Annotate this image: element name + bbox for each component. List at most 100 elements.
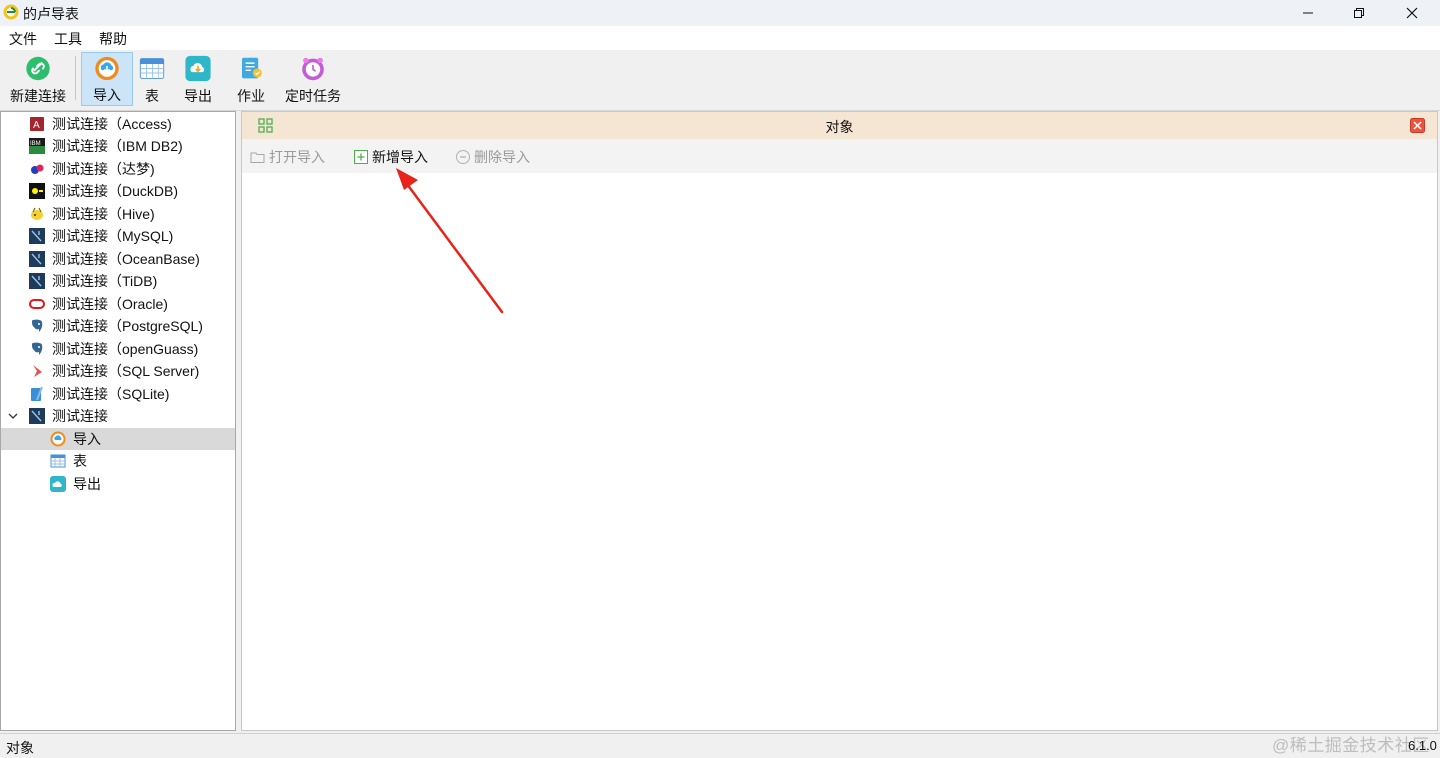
link-icon [26,56,50,81]
tree-item-label: 测试连接（openGuass) [52,341,199,357]
tree-item-dameng[interactable]: 测试连接（达梦) [1,158,235,180]
tree-item-label: 导入 [73,431,101,447]
open-import-label: 打开导入 [269,149,325,165]
export-icon [185,55,211,82]
schedule-label: 定时任务 [285,88,341,104]
tree-item-mysql[interactable]: 测试连接（MySQL) [1,225,235,247]
menu-file[interactable]: 文件 [9,29,37,49]
job-button[interactable]: 作业 [231,52,271,106]
dameng-icon [31,164,44,174]
svg-text:A: A [33,120,40,131]
tree-item-label: 测试连接（Hive) [52,206,155,222]
import-label: 导入 [93,87,121,103]
import-icon [95,56,119,81]
tree-item-label: 测试连接（Oracle) [52,296,168,312]
import-button[interactable]: 导入 [81,52,133,106]
tree-child-table[interactable]: 表 [1,450,235,472]
panel-header: 对象 [242,112,1437,139]
menu-tools[interactable]: 工具 [54,29,82,49]
hive-icon [31,207,43,220]
annotation-arrow [396,168,504,314]
window-title: 的卢导表 [23,6,79,22]
close-icon [1406,7,1418,19]
export-label: 导出 [184,88,212,104]
ibm-db2-icon: IBM [29,138,45,154]
close-panel-icon[interactable] [1410,118,1425,133]
tree-item-duckdb[interactable]: 测试连接（DuckDB) [1,180,235,202]
job-label: 作业 [237,88,265,104]
tree-item-sqlserver[interactable]: 测试连接（SQL Server) [1,360,235,382]
minimize-icon [1303,12,1313,14]
version-label: 6.1.0 [1408,738,1437,753]
duckdb-icon [29,183,45,199]
chevron-down-icon[interactable] [7,410,19,422]
tree-item-hive[interactable]: 测试连接（Hive) [1,203,235,225]
openguass-icon [32,342,43,355]
tree-item-label: 测试连接（OceanBase) [52,251,200,267]
tidb-icon [29,273,45,289]
postgresql-icon [32,319,43,332]
table-button[interactable]: 表 [134,52,170,106]
oceanbase-icon [29,251,45,267]
folder-open-icon [250,152,265,163]
tree-item-label: 测试连接（Access) [52,116,172,132]
table-icon [139,58,165,79]
tree-item-label: 测试连接（DuckDB) [52,183,179,199]
open-import-button[interactable]: 打开导入 [250,147,325,167]
tree-item-postgresql[interactable]: 测试连接（PostgreSQL) [1,315,235,337]
job-icon [242,57,262,79]
menu-bar: 文件 工具 帮助 [0,26,1440,50]
tree-item-label: 测试连接 [52,408,108,424]
tree-item-openguass[interactable]: 测试连接（openGuass) [1,338,235,360]
tree-item-label: 表 [73,453,87,469]
close-button[interactable] [1389,0,1435,26]
tree-item-sqlite[interactable]: 测试连接（SQLite) [1,383,235,405]
tree-child-export[interactable]: 导出 [1,473,235,495]
panel-title: 对象 [825,119,854,135]
schedule-icon [302,57,324,81]
tree-item-access[interactable]: A 测试连接（Access) [1,113,235,135]
tree-child-import[interactable]: 导入 [1,428,235,450]
sqlserver-icon [33,365,42,377]
toolbar-separator [75,56,76,100]
tree-item-label: 测试连接（MySQL) [52,228,174,244]
schedule-button[interactable]: 定时任务 [284,52,342,106]
tree-item-label: 测试连接（SQLite) [52,386,170,402]
status-text: 对象 [6,740,34,756]
app-logo-icon [3,4,19,20]
tree-item-label: 测试连接（IBM DB2) [52,138,183,154]
menu-help[interactable]: 帮助 [99,29,127,49]
minimize-button[interactable] [1285,0,1331,26]
tree-item-oracle[interactable]: 测试连接（Oracle) [1,293,235,315]
access-icon: A [30,117,44,131]
tree-item-tidb[interactable]: 测试连接（TiDB) [1,270,235,292]
svg-text:IBM: IBM [30,141,41,147]
tree-item-label: 测试连接（TiDB) [52,273,158,289]
tree-item-label: 测试连接（PostgreSQL) [52,318,203,334]
restore-icon [1354,8,1364,18]
mysql-icon [29,408,45,424]
oracle-icon [29,299,45,309]
new-connection-label: 新建连接 [10,88,66,104]
new-connection-button[interactable]: 新建连接 [6,52,70,106]
tree-item-ibm-db2[interactable]: IBM 测试连接（IBM DB2) [1,135,235,157]
connection-tree: A 测试连接（Access) IBM 测试连接（IBM DB2) 测试连接（达梦… [0,111,236,731]
export-icon [50,476,66,492]
add-icon [354,150,368,164]
tree-item-oceanbase[interactable]: 测试连接（OceanBase) [1,248,235,270]
import-icon [50,431,66,447]
table-icon [50,454,66,468]
watermark: @稀土掘金技术社区 [1272,736,1430,755]
tree-item-label: 导出 [73,476,101,492]
tree-item-label: 测试连接（达梦) [52,161,155,177]
status-bar: 对象 @稀土掘金技术社区 6.1.0 [0,733,1440,758]
restore-button[interactable] [1336,0,1382,26]
title-bar: 的卢导表 [0,0,1440,26]
sqlite-icon [31,386,43,401]
mysql-icon [29,228,45,244]
tree-item-test-connection[interactable]: 测试连接 [1,405,235,427]
table-label: 表 [145,88,159,104]
export-button[interactable]: 导出 [178,52,218,106]
toolbar: 新建连接 导入 表 导出 作业 定时任务 [0,50,1440,111]
tree-item-label: 测试连接（SQL Server) [52,363,200,379]
